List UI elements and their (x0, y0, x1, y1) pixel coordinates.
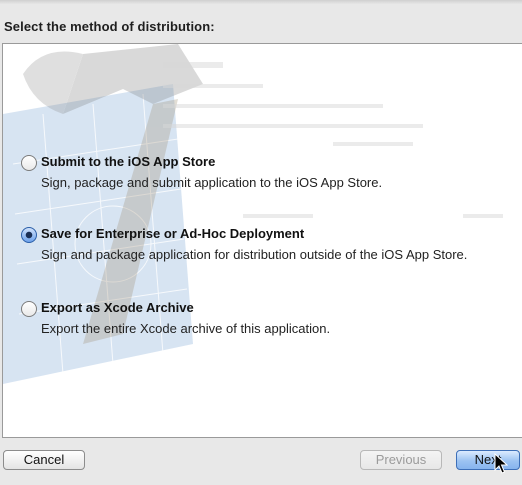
window-top-edge (0, 0, 522, 4)
previous-button[interactable]: Previous (360, 450, 442, 470)
dialog-heading: Select the method of distribution: (4, 19, 215, 34)
option-enterprise-adhoc-description: Sign and package application for distrib… (41, 247, 468, 262)
mouse-pointer-icon (494, 453, 508, 474)
option-app-store-title: Submit to the iOS App Store (41, 154, 216, 169)
distribution-options-panel: Submit to the iOS App Store Sign, packag… (2, 43, 522, 438)
radio-app-store[interactable] (21, 155, 37, 171)
option-app-store-description: Sign, package and submit application to … (41, 175, 383, 190)
radio-enterprise-adhoc[interactable] (21, 227, 37, 243)
cancel-button[interactable]: Cancel (3, 450, 85, 470)
option-xcode-archive-description: Export the entire Xcode archive of this … (41, 321, 331, 336)
option-xcode-archive-title: Export as Xcode Archive (41, 300, 194, 315)
next-button[interactable]: Next (456, 450, 520, 470)
option-enterprise-adhoc-title: Save for Enterprise or Ad-Hoc Deployment (41, 226, 305, 241)
radio-xcode-archive[interactable] (21, 301, 37, 317)
